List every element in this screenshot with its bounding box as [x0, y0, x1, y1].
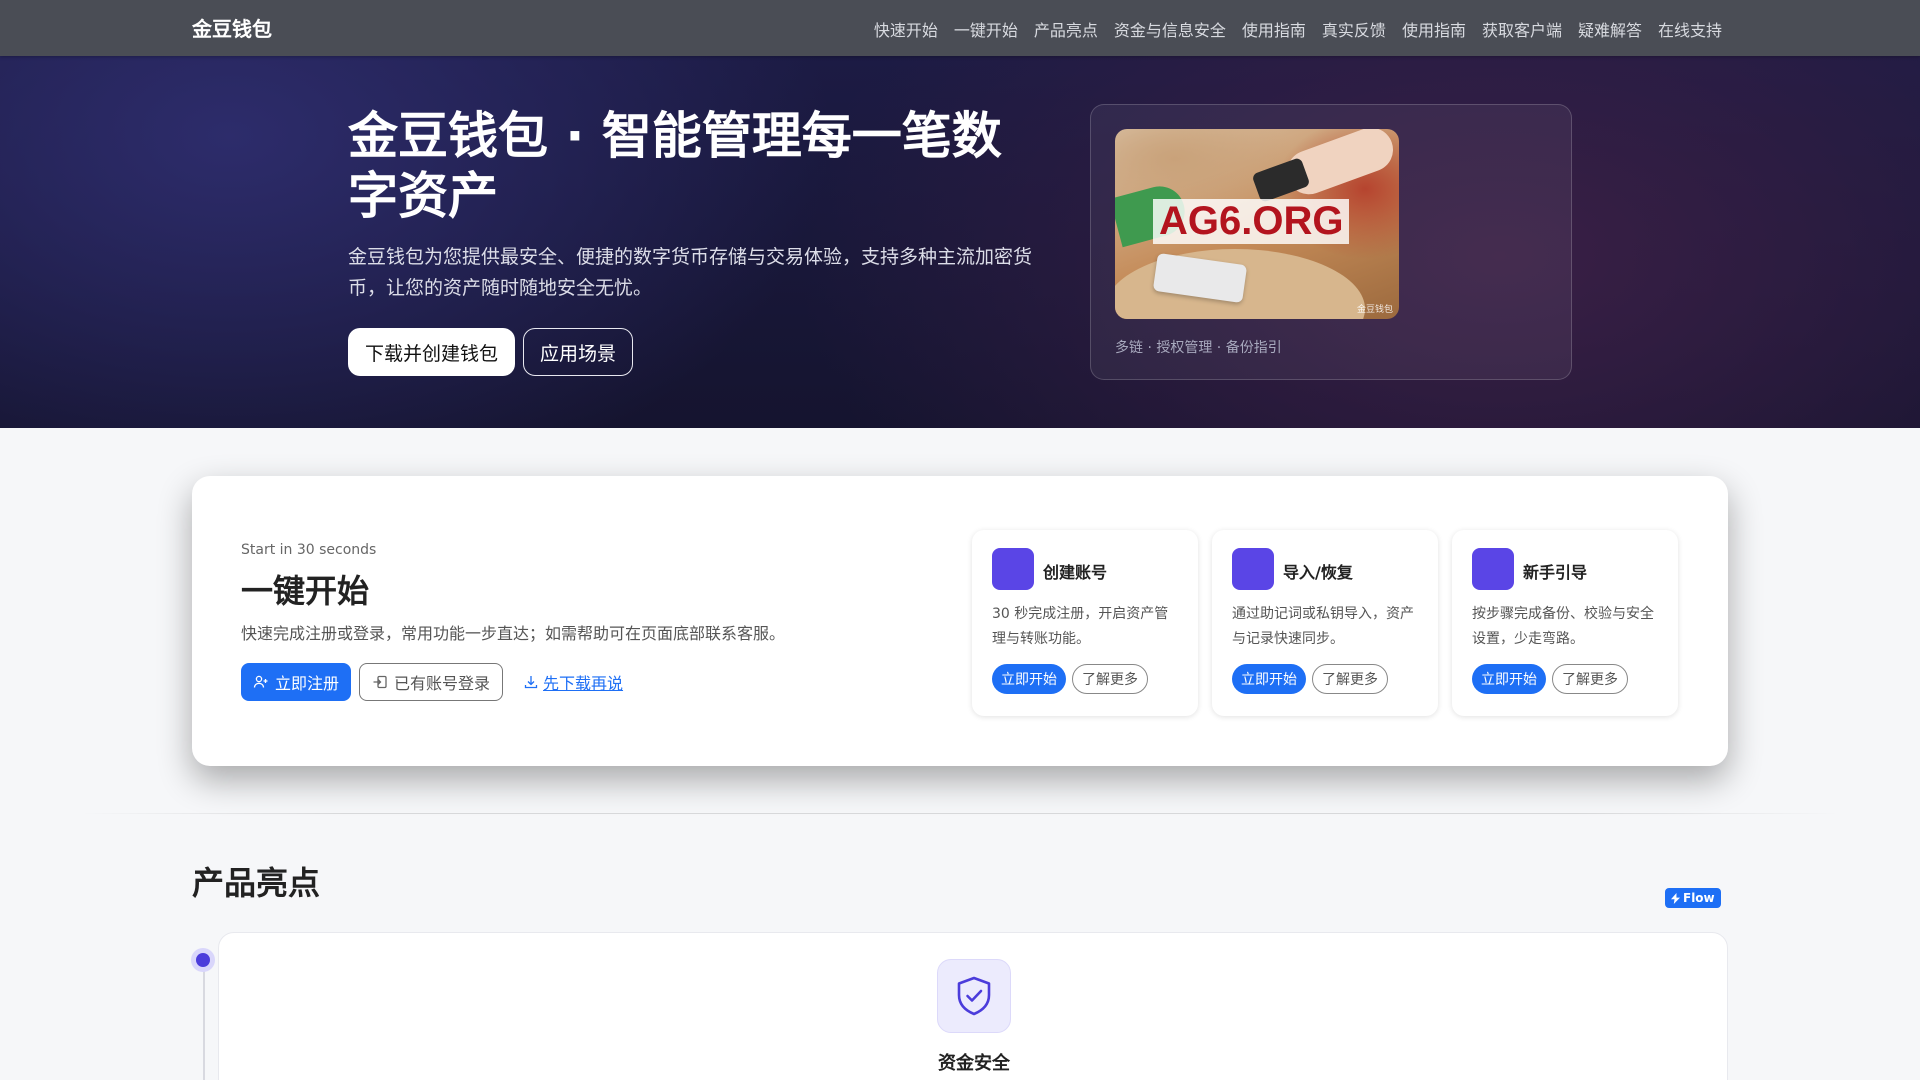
register-button-label: 立即注册 [275, 674, 340, 693]
highlight-card-fund-security: 资金安全 [218, 932, 1728, 1080]
nav-link-feedback[interactable]: 真实反馈 [1322, 17, 1386, 41]
login-button-label: 已有账号登录 [394, 674, 491, 693]
section-divider [80, 813, 1840, 814]
download-first-label: 先下载再说 [543, 674, 624, 693]
quick-start-title: 一键开始 [241, 572, 370, 610]
beginner-guide-start-button[interactable]: 立即开始 [1472, 664, 1546, 694]
feature-card-beginner-guide: 新手引导 按步骤完成备份、校验与安全设置，少走弯路。 立即开始 了解更多 [1452, 530, 1678, 716]
nav-link-download[interactable]: 获取客户端 [1482, 17, 1562, 41]
nav-link-guide-2[interactable]: 使用指南 [1402, 17, 1466, 41]
user-plus-icon [253, 675, 268, 688]
create-account-start-button[interactable]: 立即开始 [992, 664, 1066, 694]
quick-start-description: 快速完成注册或登录，常用功能一步直达；如需帮助可在页面底部联系客服。 [241, 624, 786, 643]
feature-card-actions: 立即开始 了解更多 [1232, 664, 1388, 694]
download-create-wallet-button[interactable]: 下载并创建钱包 [348, 328, 516, 376]
highlight-icon-box [937, 959, 1011, 1033]
import-restore-learn-more-button[interactable]: 了解更多 [1312, 664, 1388, 694]
feature-card-title: 创建账号 [1043, 563, 1108, 582]
image-watermark: AG6.ORG [1153, 199, 1350, 244]
nav-link-faq[interactable]: 疑难解答 [1578, 17, 1642, 41]
flow-badge: Flow [1665, 888, 1721, 908]
timeline-line [203, 960, 205, 1080]
image-phone-shape [1251, 157, 1311, 203]
feature-card-title: 导入/恢复 [1283, 563, 1353, 582]
brand-logo[interactable]: 金豆钱包 [192, 13, 272, 42]
hero-preview-card: AG6.ORG 金豆钱包 多链 · 授权管理 · 备份指引 [1090, 104, 1572, 380]
timeline-dot-inner [196, 953, 210, 967]
login-icon [373, 675, 387, 689]
nav-links: 快速开始 一键开始 产品亮点 资金与信息安全 使用指南 真实反馈 使用指南 获取… [874, 17, 1722, 41]
nav-link-security[interactable]: 资金与信息安全 [1114, 17, 1226, 41]
quick-start-actions: 立即注册 已有账号登录 先下载再说 [241, 663, 623, 701]
quick-start-eyebrow: Start in 30 seconds [241, 542, 377, 558]
nav-link-highlights[interactable]: 产品亮点 [1034, 17, 1098, 41]
hero-title: 金豆钱包 · 智能管理每一笔数字资产 [348, 107, 1002, 225]
login-button[interactable]: 已有账号登录 [359, 663, 504, 701]
feature-card-description: 通过助记词或私钥导入，资产与记录快速同步。 [1232, 606, 1414, 647]
use-cases-button[interactable]: 应用场景 [523, 328, 634, 376]
top-navbar: 金豆钱包 快速开始 一键开始 产品亮点 资金与信息安全 使用指南 真实反馈 使用… [0, 0, 1920, 56]
feature-card-import-restore: 导入/恢复 通过助记词或私钥导入，资产与记录快速同步。 立即开始 了解更多 [1212, 530, 1438, 716]
nav-link-quick-start[interactable]: 快速开始 [874, 17, 938, 41]
download-first-link[interactable]: 先下载再说 [523, 670, 623, 694]
nav-link-guide[interactable]: 使用指南 [1242, 17, 1306, 41]
hero-preview-image: AG6.ORG 金豆钱包 [1115, 129, 1399, 319]
flow-badge-label: Flow [1683, 891, 1715, 905]
create-account-icon [992, 548, 1034, 590]
register-button[interactable]: 立即注册 [241, 663, 352, 701]
image-tag: 金豆钱包 [1356, 305, 1393, 315]
feature-card-create-account: 创建账号 30 秒完成注册，开启资产管理与转账功能。 立即开始 了解更多 [972, 530, 1198, 716]
hero-section: 金豆钱包 · 智能管理每一笔数字资产 金豆钱包为您提供最安全、便捷的数字货币存储… [0, 56, 1920, 428]
highlights-title: 产品亮点 [192, 864, 321, 902]
nav-link-support[interactable]: 在线支持 [1658, 17, 1722, 41]
highlight-title: 资金安全 [938, 1053, 1010, 1074]
feature-card-actions: 立即开始 了解更多 [992, 664, 1148, 694]
feature-card-title: 新手引导 [1523, 563, 1588, 582]
import-restore-icon [1232, 548, 1274, 590]
beginner-guide-icon [1472, 548, 1514, 590]
feature-card-description: 30 秒完成注册，开启资产管理与转账功能。 [992, 606, 1169, 647]
beginner-guide-learn-more-button[interactable]: 了解更多 [1552, 664, 1628, 694]
hero-preview-caption: 多链 · 授权管理 · 备份指引 [1115, 340, 1282, 356]
feature-card-actions: 立即开始 了解更多 [1472, 664, 1628, 694]
download-icon [524, 676, 538, 689]
shield-check-icon [957, 976, 991, 1016]
create-account-learn-more-button[interactable]: 了解更多 [1072, 664, 1148, 694]
feature-card-description: 按步骤完成备份、校验与安全设置，少走弯路。 [1472, 606, 1654, 647]
hero-description: 金豆钱包为您提供最安全、便捷的数字货币存储与交易体验，支持多种主流加密货币，让您… [348, 246, 1033, 299]
timeline-dot [191, 948, 215, 972]
quick-start-feature-cards: 创建账号 30 秒完成注册，开启资产管理与转账功能。 立即开始 了解更多 导入/… [972, 530, 1678, 716]
nav-link-one-click[interactable]: 一键开始 [954, 17, 1018, 41]
quick-start-card: Start in 30 seconds 一键开始 快速完成注册或登录，常用功能一… [192, 476, 1728, 766]
lightning-icon [1671, 892, 1680, 904]
import-restore-start-button[interactable]: 立即开始 [1232, 664, 1306, 694]
hero-actions: 下载并创建钱包 应用场景 [348, 328, 634, 376]
